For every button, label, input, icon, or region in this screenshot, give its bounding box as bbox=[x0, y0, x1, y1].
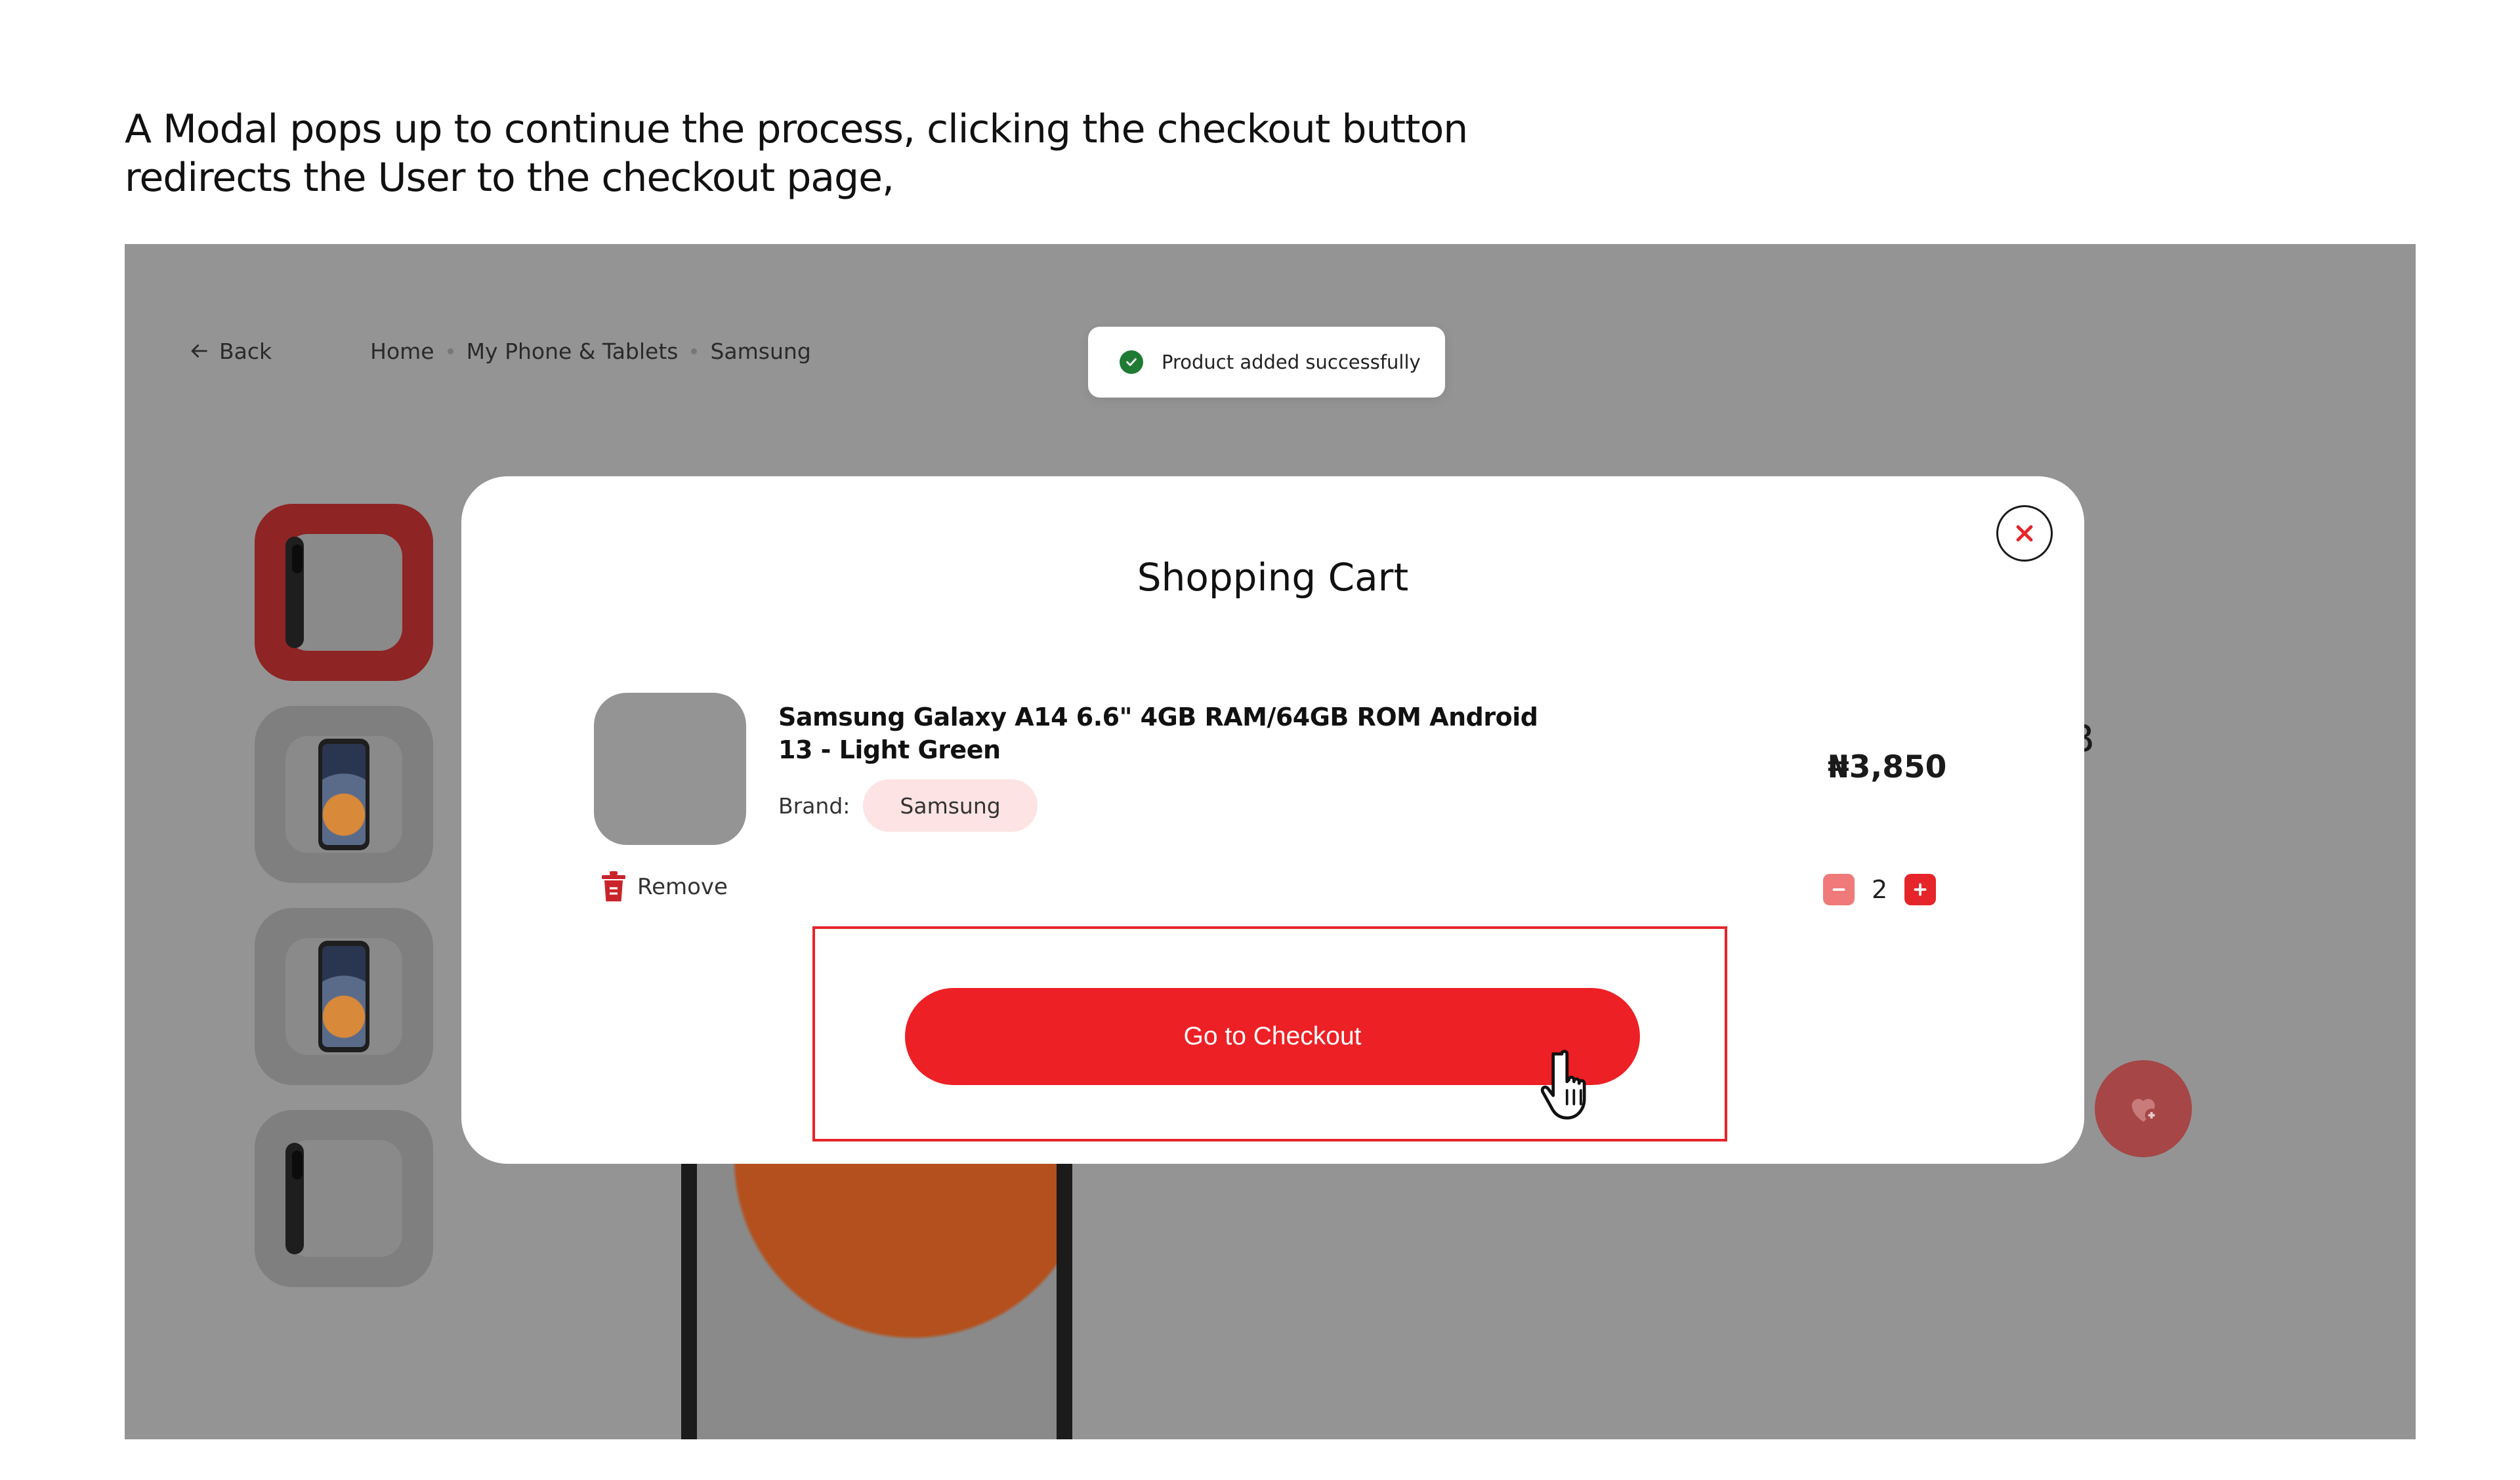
breadcrumb-separator bbox=[447, 348, 453, 354]
breadcrumb: Home My Phone & Tablets Samsung bbox=[370, 339, 811, 364]
success-toast: Product added successfully bbox=[1088, 327, 1445, 398]
thumbnail-3[interactable] bbox=[255, 908, 433, 1085]
cart-item-brand: Brand: Samsung bbox=[778, 779, 1038, 832]
add-to-wishlist-button[interactable] bbox=[2095, 1060, 2192, 1157]
phone-back-image bbox=[285, 537, 304, 648]
toast-message: Product added successfully bbox=[1162, 351, 1421, 373]
brand-label: Brand: bbox=[778, 792, 850, 819]
minus-icon bbox=[1832, 888, 1845, 891]
phone-front-image bbox=[318, 739, 369, 850]
back-arrow-icon bbox=[191, 344, 207, 358]
modal-title: Shopping Cart bbox=[1137, 555, 1409, 600]
close-icon bbox=[2016, 525, 2033, 542]
increase-quantity-button[interactable] bbox=[1904, 874, 1937, 905]
thumbnail-2[interactable] bbox=[255, 706, 433, 883]
phone-front-image bbox=[318, 941, 369, 1052]
thumbnail-4[interactable] bbox=[255, 1110, 433, 1287]
trash-icon bbox=[602, 871, 625, 901]
annotation-line-2: redirects the User to the checkout page, bbox=[125, 155, 894, 201]
cart-item-name: Samsung Galaxy A14 6.6" 4GB RAM/64GB ROM… bbox=[778, 703, 1538, 764]
product-thumbnails bbox=[255, 504, 433, 1312]
check-circle-icon bbox=[1120, 350, 1143, 374]
annotation-line-1: A Modal pops up to continue the process,… bbox=[125, 106, 1468, 152]
close-modal-button[interactable] bbox=[1996, 505, 2053, 562]
shopping-cart-modal: Shopping Cart Samsung Galaxy A14 6.6" 4G… bbox=[461, 476, 2084, 1164]
brand-badge: Samsung bbox=[863, 779, 1038, 832]
cart-item-price: ₦3,850 bbox=[1828, 749, 1947, 785]
remove-label: Remove bbox=[637, 874, 728, 900]
breadcrumb-home[interactable]: Home bbox=[370, 339, 434, 364]
back-label: Back bbox=[219, 338, 272, 364]
phone-back-image bbox=[285, 1143, 304, 1254]
thumbnail-1[interactable] bbox=[255, 504, 433, 681]
quantity-stepper: 2 bbox=[1823, 874, 1937, 905]
breadcrumb-category[interactable]: My Phone & Tablets bbox=[467, 339, 679, 364]
phone-screen bbox=[697, 1123, 1057, 1439]
decrease-quantity-button[interactable] bbox=[1823, 874, 1855, 905]
hand-cursor-icon bbox=[1540, 1050, 1586, 1120]
breadcrumb-separator bbox=[691, 348, 698, 354]
plus-icon bbox=[1914, 883, 1927, 896]
annotation-text: A Modal pops up to continue the process,… bbox=[125, 105, 1700, 202]
heart-plus-icon bbox=[2132, 1099, 2158, 1122]
remove-item-button[interactable]: Remove bbox=[600, 871, 728, 903]
cart-item-image bbox=[594, 693, 746, 845]
quantity-value: 2 bbox=[1872, 875, 1888, 904]
breadcrumb-brand[interactable]: Samsung bbox=[710, 339, 810, 364]
main-product-image bbox=[681, 1123, 1072, 1439]
go-to-checkout-button[interactable]: Go to Checkout bbox=[905, 988, 1640, 1085]
back-button[interactable]: Back bbox=[188, 339, 272, 364]
top-navigation: Back Home My Phone & Tablets Samsung bbox=[188, 335, 811, 367]
